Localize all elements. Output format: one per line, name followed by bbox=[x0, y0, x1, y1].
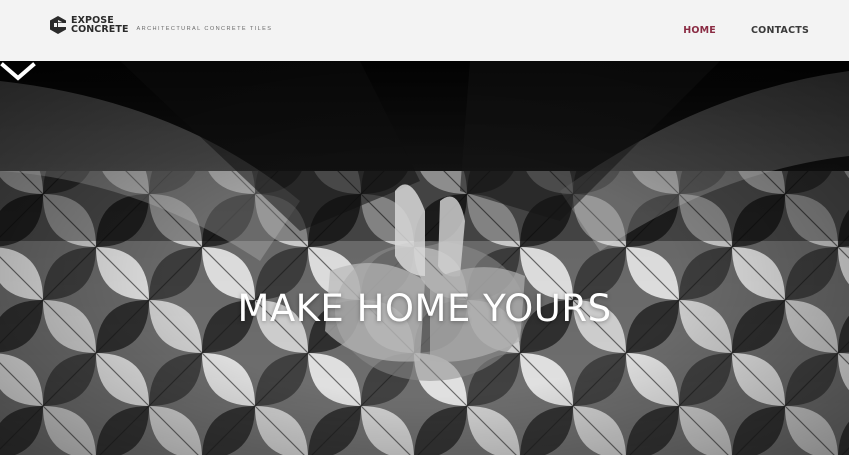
hero-background-image bbox=[0, 61, 849, 455]
nav-contacts-link[interactable]: CONTACTS bbox=[751, 25, 809, 36]
hero-banner: MAKE HOME YOURS bbox=[0, 61, 849, 455]
logo-mark-icon bbox=[50, 16, 66, 34]
logo-wordmark: EXPOSE CONCRETE bbox=[71, 16, 129, 35]
site-header: EXPOSE CONCRETE ARCHITECTURAL CONCRETE T… bbox=[0, 0, 849, 61]
nav-home-link[interactable]: HOME bbox=[683, 25, 716, 36]
main-nav: HOME CONTACTS bbox=[683, 25, 809, 36]
logo[interactable]: EXPOSE CONCRETE ARCHITECTURAL CONCRETE T… bbox=[48, 15, 272, 35]
tagline: ARCHITECTURAL CONCRETE TILES bbox=[136, 26, 273, 32]
hero-headline: MAKE HOME YOURS bbox=[237, 287, 612, 330]
logo-line-2: CONCRETE bbox=[71, 24, 129, 35]
chevron-down-icon[interactable] bbox=[0, 61, 36, 83]
